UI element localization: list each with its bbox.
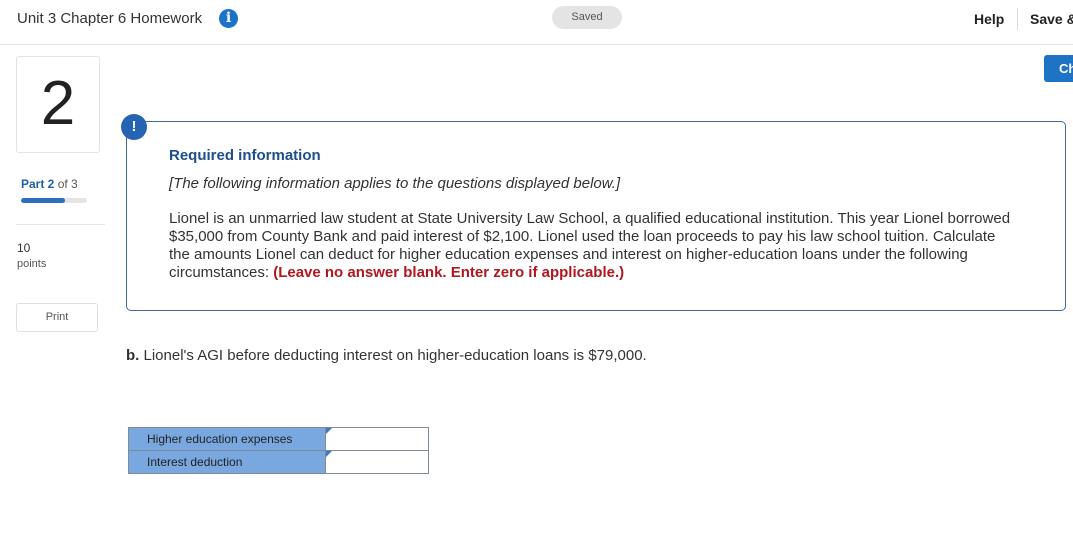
check-my-work-button[interactable]: Ch [1044, 55, 1073, 82]
table-row: Interest deduction [128, 450, 429, 474]
question-prompt: b. Lionel's AGI before deducting interes… [126, 347, 647, 364]
part-current: Part 2 [21, 177, 55, 191]
print-button[interactable]: Print [16, 303, 98, 332]
required-info-warning: (Leave no answer blank. Enter zero if ap… [273, 264, 625, 281]
points-value: 10 [17, 241, 31, 255]
part-of: of 3 [57, 177, 78, 191]
part-progress-fill [21, 198, 66, 203]
part-indicator: Part 2 of 3 [21, 177, 78, 191]
higher-education-expenses-input[interactable] [326, 429, 428, 449]
answer-cell [325, 450, 429, 474]
question-part-letter: b. [126, 347, 140, 364]
rail-divider [16, 224, 105, 225]
help-button[interactable]: Help [974, 11, 1004, 27]
assignment-title: Unit 3 Chapter 6 Homework [17, 10, 203, 27]
cell-flag-icon [326, 451, 332, 457]
row-label-interest-deduction: Interest deduction [128, 450, 326, 474]
answer-table: Higher education expenses Interest deduc… [128, 427, 429, 474]
question-number: 2 [40, 69, 76, 138]
question-number-card: 2 [16, 56, 100, 153]
interest-deduction-input[interactable] [326, 452, 428, 472]
required-info-body: Lionel is an unmarried law student at St… [169, 210, 1019, 282]
part-progress-bar [21, 198, 87, 203]
points-label: points [17, 258, 47, 270]
top-bar: Unit 3 Chapter 6 Homework i Saved Help S… [0, 0, 1073, 45]
header-divider [1017, 8, 1018, 30]
row-label-higher-education-expenses: Higher education expenses [128, 427, 326, 451]
cell-flag-icon [326, 428, 332, 434]
table-row: Higher education expenses [128, 427, 429, 451]
answer-cell [325, 427, 429, 451]
saved-status-badge: Saved [552, 6, 622, 29]
required-info-subtitle: [The following information applies to th… [169, 175, 621, 192]
question-text: Lionel's AGI before deducting interest o… [139, 347, 647, 364]
alert-icon: ! [121, 114, 147, 140]
info-icon[interactable]: i [219, 9, 238, 28]
required-info-title: Required information [169, 147, 321, 164]
save-exit-button[interactable]: Save & [1030, 11, 1073, 27]
